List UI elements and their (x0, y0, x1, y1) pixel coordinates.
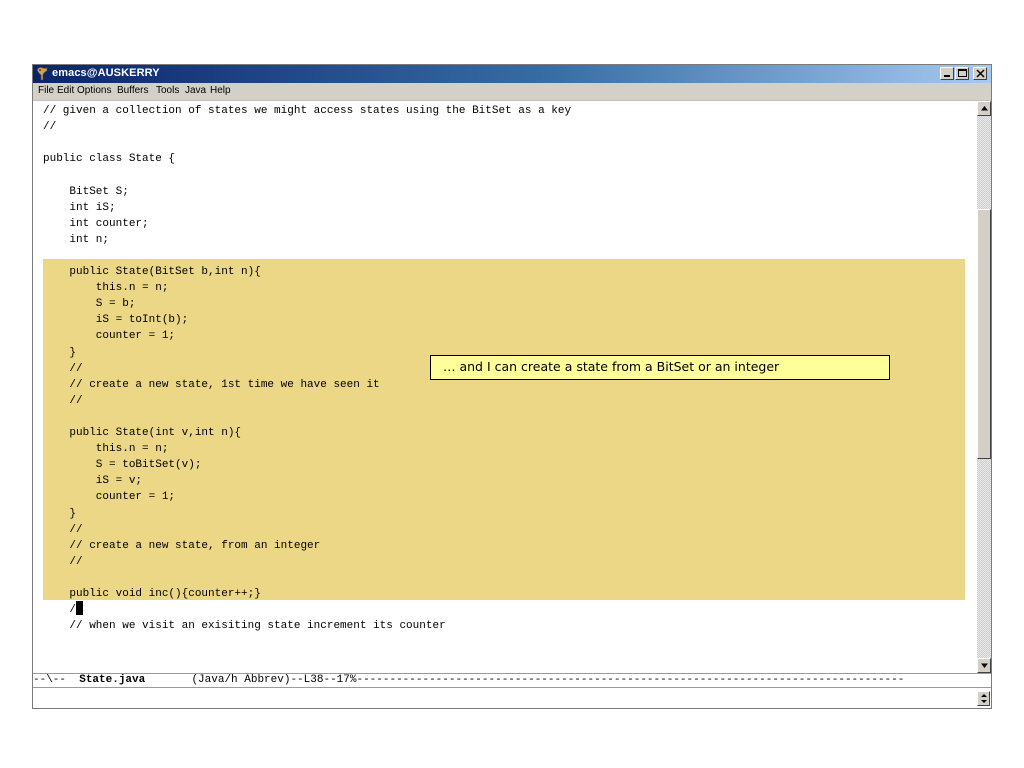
code-line: // (43, 523, 83, 536)
annotation-callout: … and I can create a state from a BitSet… (430, 355, 890, 380)
menu-bar: File Edit Options Buffers Tools Java Hel… (33, 83, 991, 101)
menu-help[interactable]: Help (210, 85, 231, 96)
minimize-button[interactable] (940, 67, 954, 80)
menu-edit[interactable]: Edit (57, 85, 74, 96)
code-line: public State(int v,int n){ (43, 427, 242, 439)
code-line: this.n = n; (43, 443, 169, 456)
mode-line: --\-- State.java (Java/h Abbrev)--L38--1… (33, 673, 991, 688)
code-line: // create a new state, from an integer (43, 539, 321, 552)
minibuffer-scroll[interactable] (977, 691, 990, 706)
window-title: emacs@AUSKERRY (52, 67, 160, 79)
close-icon (976, 69, 985, 78)
code-line: this.n = n; (43, 282, 169, 295)
code-line: public State(BitSet b,int n){ (43, 266, 261, 278)
code-line: // (43, 121, 57, 134)
mode-line-text: --\-- State.java (Java/h Abbrev)--L38--1… (33, 674, 904, 687)
scroll-down-button[interactable] (977, 658, 991, 673)
mode-line-prefix: --\-- (33, 674, 80, 686)
mode-line-status: (Java/h Abbrev)--L38--17%---------------… (145, 674, 905, 686)
menu-file[interactable]: File (38, 85, 54, 96)
minibuffer[interactable] (33, 688, 973, 708)
emacs-window: emacs@AUSKERRY File Edit Options Buffers… (32, 64, 992, 709)
code-line: } (43, 346, 77, 359)
code-line: public class State { (43, 153, 176, 166)
maximize-icon (958, 69, 967, 77)
scroll-up-button[interactable] (977, 101, 991, 116)
emacs-gnu-icon (35, 66, 49, 81)
code-line: // given a collection of states we might… (43, 105, 572, 117)
code-line: int counter; (43, 217, 149, 230)
vertical-scrollbar[interactable] (977, 101, 991, 673)
buffer-name: State.java (79, 674, 146, 686)
code-line: // (43, 394, 83, 407)
menu-tools[interactable]: Tools (156, 85, 179, 96)
code-line: // (43, 555, 83, 568)
code-line: iS = v; (43, 475, 143, 488)
arrow-down-icon (981, 663, 988, 668)
code-line: } (43, 507, 77, 520)
text-cursor (76, 601, 83, 615)
code-line: // when we visit an exisiting state incr… (43, 620, 446, 633)
close-button[interactable] (973, 67, 987, 80)
code-line: S = b; (43, 298, 136, 311)
scroll-thumb[interactable] (977, 209, 991, 459)
menu-java[interactable]: Java (185, 85, 206, 96)
code-line: counter = 1; (43, 491, 176, 504)
code-line: BitSet S; (43, 185, 129, 198)
code-line: iS = toInt(b); (43, 314, 189, 327)
code-line: S = toBitSet(v); (43, 459, 202, 472)
editor-buffer[interactable]: // given a collection of states we might… (33, 101, 973, 673)
code-line: // create a new state, 1st time we have … (43, 378, 380, 391)
code-line: int iS; (43, 201, 116, 214)
code-line: public void inc(){counter++;} (43, 588, 261, 600)
code-line: // (43, 362, 83, 375)
arrow-up-icon (981, 106, 988, 111)
menu-buffers[interactable]: Buffers (117, 85, 149, 96)
menu-options[interactable]: Options (77, 85, 111, 96)
minimize-icon (944, 75, 950, 77)
code-line: int n; (43, 233, 110, 246)
up-down-arrows-icon (981, 694, 987, 703)
maximize-button[interactable] (955, 67, 969, 80)
code-line: counter = 1; (43, 330, 176, 343)
title-bar[interactable]: emacs@AUSKERRY (33, 65, 991, 83)
